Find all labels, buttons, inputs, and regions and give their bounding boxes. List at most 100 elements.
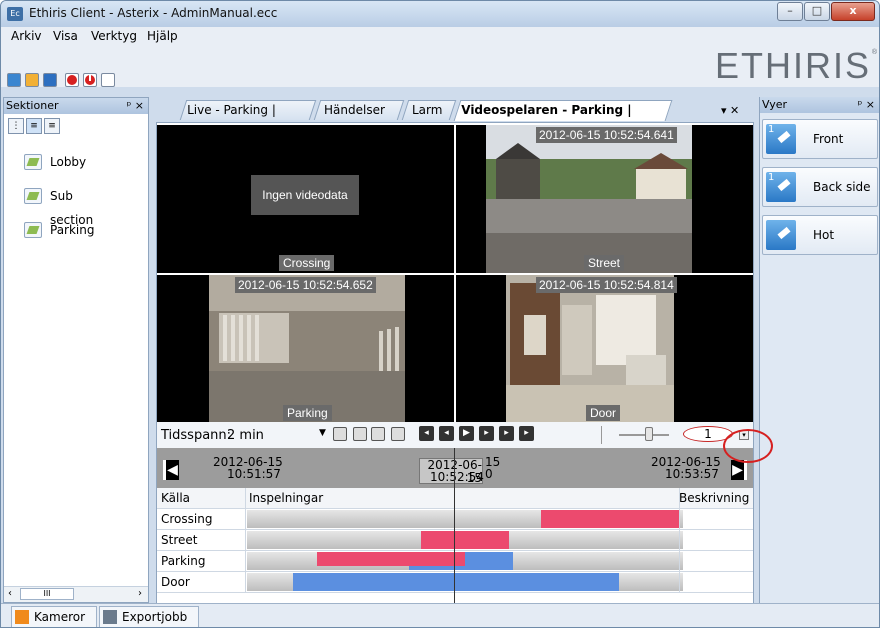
menu-arkiv[interactable]: Arkiv: [11, 29, 42, 43]
timespan-select[interactable]: 2 min: [227, 428, 264, 443]
column-header-source[interactable]: Källa: [161, 491, 190, 505]
section-item-lobby[interactable]: Lobby: [18, 150, 98, 174]
parking-video-frame: [209, 275, 405, 423]
recording-track[interactable]: [247, 510, 683, 528]
folder-icon[interactable]: [25, 73, 39, 87]
fit-icon[interactable]: [371, 427, 385, 441]
step-back-icon[interactable]: ◂: [439, 426, 454, 441]
menu-hjalp[interactable]: Hjälp: [147, 29, 178, 43]
recording-track[interactable]: [247, 531, 683, 549]
timeline-playhead[interactable]: [454, 448, 455, 620]
table-header: Källa Inspelningar Beskrivning: [157, 488, 753, 509]
section-icon: [24, 188, 42, 204]
door-video-frame: [506, 275, 674, 423]
camera-label: Parking: [283, 405, 332, 421]
timeline-end-icon[interactable]: ▶: [731, 460, 747, 480]
row-source: Parking: [161, 554, 206, 568]
views-pane-controls[interactable]: ᵖ ×: [858, 97, 875, 113]
snapshot-icon[interactable]: [333, 427, 347, 441]
recording-segment: [293, 573, 619, 591]
application-window: Ec Ethiris Client - Asterix - AdminManua…: [0, 0, 880, 628]
tab-videospelaren[interactable]: Videospelaren - Parking | Front: [453, 100, 673, 135]
tree-view-icon[interactable]: ⋮: [8, 118, 24, 134]
video-cell-door[interactable]: 2012-06-15 10:52:54.814 Door: [456, 275, 753, 423]
view-label: Hot: [813, 228, 835, 242]
sections-pane-title: Sektioner: [6, 99, 59, 112]
mark-icon[interactable]: [353, 427, 367, 441]
horizontal-scrollbar[interactable]: ‹ III ›: [4, 586, 148, 602]
maximize-button[interactable]: □: [804, 2, 830, 21]
view-item-hot[interactable]: Hot: [762, 215, 878, 255]
table-row[interactable]: Parking: [157, 551, 753, 572]
skip-to-end-icon[interactable]: ▸: [519, 426, 534, 441]
highlight-circle: [723, 429, 773, 463]
video-cell-street[interactable]: 2012-06-15 10:52:54.641 Street: [456, 125, 753, 273]
title-bar[interactable]: Ec Ethiris Client - Asterix - AdminManua…: [1, 1, 879, 27]
playback-controls: Tidsspann: 2 min ▼ ◂ ◂ ▶ ▸ ▸ ▸ 1 ▾: [157, 422, 753, 448]
step-forward-icon[interactable]: ▸: [479, 426, 494, 441]
menu-verktyg[interactable]: Verktyg: [91, 29, 137, 43]
section-item-parking[interactable]: Parking: [18, 218, 98, 242]
tab-live-parking-front[interactable]: Live - Parking | Front: [179, 100, 317, 135]
section-icon: [24, 154, 42, 170]
timeline-start-icon[interactable]: ◀: [163, 460, 179, 480]
divider: [601, 426, 602, 444]
play-icon[interactable]: ▶: [459, 426, 474, 441]
tab-handelser[interactable]: Händelser: [313, 100, 405, 120]
video-cell-parking[interactable]: 2012-06-15 10:52:54.652 Parking: [157, 275, 454, 423]
sections-pane-controls[interactable]: ᵖ ×: [127, 98, 144, 114]
scroll-thumb[interactable]: III: [20, 588, 74, 600]
column-header-description[interactable]: Beskrivning: [679, 491, 749, 505]
app-icon: Ec: [7, 7, 23, 21]
recording-segment: [317, 552, 465, 566]
skip-to-start-icon[interactable]: ◂: [419, 426, 434, 441]
timeline-start-time: 10:51:57: [227, 467, 281, 481]
bottom-tab-exportjobb[interactable]: Exportjobb: [99, 606, 199, 627]
cursor-ghost-bottom: 0: [485, 467, 493, 481]
record-icon[interactable]: [65, 73, 79, 87]
views-pane: Vyer ᵖ × 1 Front 1 Back side Hot: [759, 97, 879, 603]
minimize-button[interactable]: –: [777, 2, 803, 21]
bottom-tab-kameror[interactable]: Kameror: [11, 606, 97, 627]
tab-controls[interactable]: ▾ ✕: [721, 104, 739, 117]
table-row[interactable]: Street: [157, 530, 753, 551]
recording-track[interactable]: [247, 573, 683, 591]
scroll-left-icon[interactable]: ‹: [8, 588, 12, 599]
column-header-recordings[interactable]: Inspelningar: [249, 491, 323, 505]
speed-slider-track[interactable]: [619, 434, 669, 436]
power-icon[interactable]: [83, 73, 97, 87]
list-view-icon[interactable]: ≡: [26, 118, 42, 134]
recording-segment: [421, 531, 509, 549]
view-label: Back side: [813, 180, 871, 194]
section-label: Parking: [50, 223, 95, 237]
export-icon[interactable]: [101, 73, 115, 87]
timeline[interactable]: ◀ 2012-06-15 10:51:57 2012-06-15 10:52:5…: [157, 448, 753, 488]
row-source: Door: [161, 575, 190, 589]
scroll-right-icon[interactable]: ›: [138, 588, 142, 599]
no-video-message: Ingen videodata: [251, 175, 359, 215]
close-button[interactable]: x: [831, 2, 875, 21]
recording-track[interactable]: [247, 552, 683, 570]
views-pane-title: Vyer: [762, 98, 788, 111]
timeline-cursor-box[interactable]: 2012-06-15 10:52:54: [419, 458, 484, 485]
tab-larm[interactable]: Larm: [401, 100, 457, 120]
view-item-back-side[interactable]: 1 Back side: [762, 167, 878, 207]
detail-view-icon[interactable]: ≡: [44, 118, 60, 134]
timeline-end-time: 10:53:57: [665, 467, 719, 481]
column-divider: [679, 488, 680, 592]
sync-icon[interactable]: [391, 427, 405, 441]
view-label: Front: [813, 132, 844, 146]
speed-slider-thumb[interactable]: [645, 427, 653, 441]
section-label: Lobby: [50, 155, 87, 169]
settings-icon[interactable]: [7, 73, 21, 87]
video-cell-crossing[interactable]: Ingen videodata Crossing: [157, 125, 454, 273]
refresh-icon[interactable]: [43, 73, 57, 87]
table-row[interactable]: Crossing: [157, 509, 753, 530]
fast-forward-icon[interactable]: ▸: [499, 426, 514, 441]
view-item-front[interactable]: 1 Front: [762, 119, 878, 159]
table-row[interactable]: Door: [157, 572, 753, 593]
section-item-sub-section[interactable]: Sub section: [18, 184, 98, 227]
chevron-down-icon[interactable]: ▼: [319, 428, 326, 438]
menu-visa[interactable]: Visa: [53, 29, 78, 43]
camera-label: Street: [584, 255, 625, 271]
